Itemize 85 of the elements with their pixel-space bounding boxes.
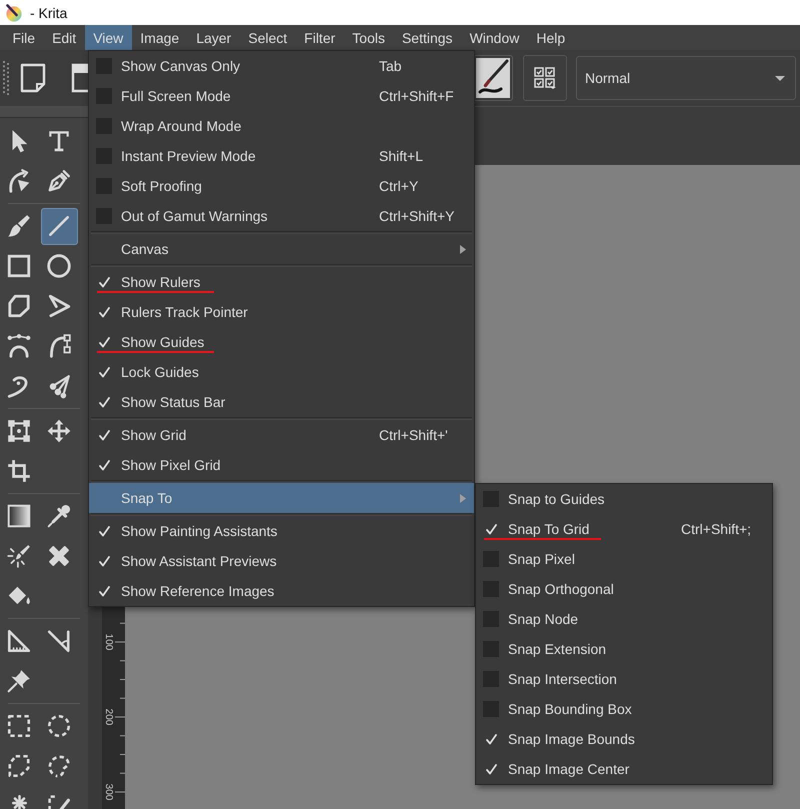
ruler-label: 200 — [103, 708, 114, 726]
move-arrows-icon — [46, 418, 72, 444]
menu-item[interactable]: Show Rulers — [89, 267, 474, 297]
menu-item[interactable]: Snap Image Center — [476, 754, 772, 784]
menu-item[interactable]: Snap Orthogonal — [476, 574, 772, 604]
menu-item[interactable]: Soft Proofing Ctrl+Y — [89, 171, 474, 201]
tool-button[interactable] — [40, 208, 78, 244]
dashed-polygon-icon — [6, 753, 32, 779]
rectangle-icon — [6, 253, 32, 279]
pushpin-icon — [6, 668, 32, 694]
menu-item[interactable]: Show Status Bar — [89, 387, 474, 417]
menu-item[interactable]: Wrap Around Mode — [89, 111, 474, 141]
blend-mode-dropdown[interactable]: Normal — [576, 56, 796, 100]
menu-item[interactable]: Show Canvas Only Tab — [89, 51, 474, 81]
menu-bar-item[interactable]: Edit — [44, 25, 85, 50]
dashed-corner-icon — [48, 795, 70, 809]
keyboard-shortcut: Ctrl+Shift+F — [379, 88, 454, 104]
keyboard-shortcut: Ctrl+Shift+' — [379, 427, 448, 443]
menu-bar-item[interactable]: File — [4, 25, 44, 50]
pen-nib-icon — [46, 168, 72, 194]
menu-item[interactable]: Show Assistant Previews — [89, 546, 474, 576]
ellipse-icon — [46, 253, 72, 279]
menu-item[interactable]: Snap Intersection — [476, 664, 772, 694]
new-document-icon[interactable] — [20, 63, 46, 93]
keyboard-shortcut: Tab — [379, 58, 402, 74]
submenu-arrow-icon — [460, 494, 466, 502]
document-icon[interactable] — [71, 63, 88, 93]
menu-item[interactable]: Instant Preview Mode Shift+L — [89, 141, 474, 171]
menu-bar-item[interactable]: Window — [461, 25, 528, 50]
caret-icon — [775, 76, 785, 80]
app-logo-icon — [5, 4, 23, 22]
menu-item[interactable]: Snap Bounding Box — [476, 694, 772, 724]
menu-item[interactable]: Show Pixel Grid — [89, 450, 474, 480]
burst-icon — [12, 795, 26, 809]
bezier-curve-icon — [6, 333, 32, 359]
transform-icon — [6, 418, 32, 444]
workspace-button[interactable] — [523, 55, 567, 101]
menu-bar-item[interactable]: Select — [240, 25, 296, 50]
paintbrush-icon — [6, 213, 32, 239]
keyboard-shortcut: Ctrl+Shift+; — [681, 521, 752, 537]
angle-measure-icon — [46, 628, 72, 654]
menu-item[interactable]: Snap Node — [476, 604, 772, 634]
keyboard-shortcut: Shift+L — [379, 148, 423, 164]
brush-preset-button[interactable] — [473, 55, 513, 101]
sparkling-brush-icon — [6, 543, 32, 569]
menu-item[interactable]: Snap to Guides — [476, 484, 772, 514]
menu-item[interactable]: Show Guides — [89, 327, 474, 357]
gradient-icon — [6, 503, 32, 529]
checkbox-grid-icon — [534, 67, 556, 89]
toolbar-grip-icon[interactable] — [3, 61, 9, 95]
menu-item[interactable]: Snap Pixel — [476, 544, 772, 574]
ruler-label: 300 — [103, 784, 114, 800]
menu-item[interactable]: Show Painting Assistants — [89, 516, 474, 546]
menu-item[interactable]: Show Grid Ctrl+Shift+' — [89, 420, 474, 450]
menu-bar-item[interactable]: Help — [528, 25, 574, 50]
keyboard-shortcut: Ctrl+Y — [379, 178, 418, 194]
submenu-arrow-icon — [460, 244, 466, 254]
menu-item[interactable]: Canvas — [89, 234, 474, 264]
menu-item[interactable]: Full Screen Mode Ctrl+Shift+F — [89, 81, 474, 111]
dashed-rectangle-icon — [6, 713, 32, 739]
menu-item[interactable]: Show Reference Images — [89, 576, 474, 606]
menu-bar-item[interactable]: Image — [132, 25, 188, 50]
menu-item[interactable]: Snap To Grid Ctrl+Shift+; — [476, 514, 772, 544]
window-title: - Krita — [30, 4, 68, 20]
ruler-label: 100 — [103, 634, 114, 650]
menu-item[interactable]: Snap To — [89, 483, 474, 513]
menu-bar-item[interactable]: View — [84, 25, 132, 50]
menu-item[interactable]: Snap Image Bounds — [476, 724, 772, 754]
menu-item[interactable]: Rulers Track Pointer — [89, 297, 474, 327]
crossed-bars-icon — [46, 543, 72, 569]
menu-bar-item[interactable]: Tools — [344, 25, 394, 50]
keyboard-shortcut: Ctrl+Shift+Y — [379, 208, 454, 224]
menu-item[interactable]: Snap Extension — [476, 634, 772, 664]
menu-item[interactable]: Out of Gamut Warnings Ctrl+Shift+Y — [89, 201, 474, 231]
menu-item[interactable]: Lock Guides — [89, 357, 474, 387]
polygon-icon — [6, 293, 32, 319]
dashed-freehand-icon — [46, 753, 72, 779]
line-icon — [46, 213, 72, 239]
menu-bar-item[interactable]: Filter — [296, 25, 344, 50]
crop-icon — [6, 458, 32, 484]
eyedropper-icon — [46, 503, 72, 529]
menu-bar-item[interactable]: Settings — [393, 25, 462, 50]
dashed-circle-icon — [46, 713, 72, 739]
menu-bar-item[interactable]: Layer — [188, 25, 240, 50]
polyline-icon — [46, 293, 72, 319]
